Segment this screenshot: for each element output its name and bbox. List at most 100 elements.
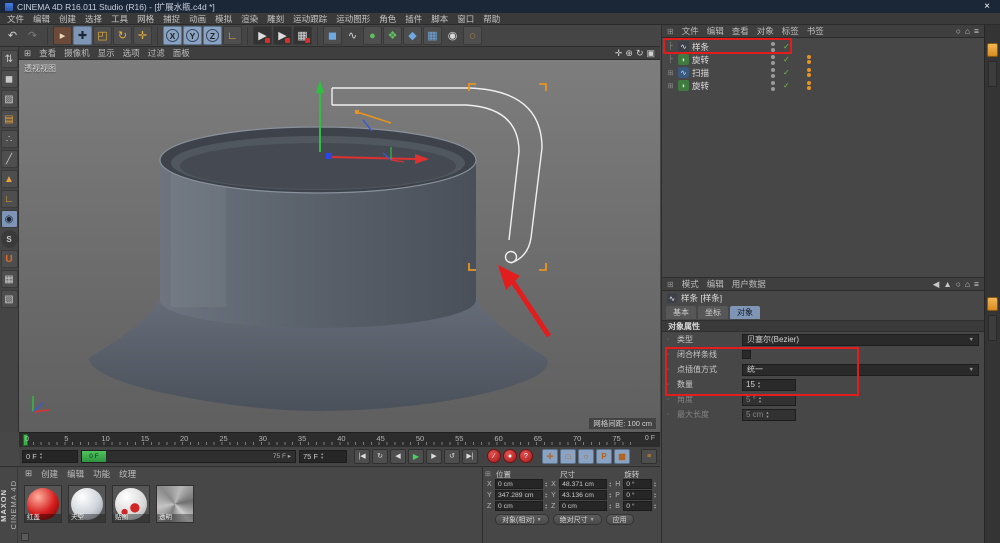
toggle-view-icon[interactable]: ▣ xyxy=(646,48,655,59)
menubar-item[interactable]: 雕刻 xyxy=(267,13,284,25)
stepper-icon[interactable]: ▴▾ xyxy=(609,481,611,488)
stepper-icon[interactable]: ▴▾ xyxy=(40,452,42,460)
snap-toggle-icon[interactable]: S xyxy=(1,230,18,248)
tab-基本[interactable]: 基本 xyxy=(666,306,696,319)
menubar-item[interactable]: 插件 xyxy=(405,13,422,25)
visibility-dots[interactable] xyxy=(771,42,775,52)
object-name[interactable]: 旋转 xyxy=(692,80,722,92)
workplane-snap-icon[interactable]: ▦ xyxy=(1,270,18,288)
add-primitive-cube-icon[interactable]: ◼ xyxy=(323,26,342,45)
render-settings-icon[interactable]: ▦ xyxy=(293,26,312,45)
coordinate-field[interactable]: 0 ° xyxy=(623,479,652,489)
object-row[interactable]: ├◗旋转✓ xyxy=(662,53,984,66)
viewport-menu-item[interactable]: 查看 xyxy=(39,47,56,59)
phong-tag-icon[interactable] xyxy=(807,60,811,64)
visibility-dot-render[interactable] xyxy=(771,74,775,78)
viewport-menu-item[interactable]: 过滤 xyxy=(148,47,165,59)
autokey-button[interactable]: ● xyxy=(503,449,517,463)
object-name[interactable]: 样条 xyxy=(692,41,722,53)
search-icon[interactable]: ○ xyxy=(956,26,961,36)
tree-branch-icon[interactable]: ├ xyxy=(666,43,675,50)
live-selection-icon[interactable]: ▸ xyxy=(53,26,72,45)
menubar-item[interactable]: 文件 xyxy=(7,13,24,25)
stepper-icon[interactable]: ▴▾ xyxy=(766,411,768,419)
viewport-menu-item[interactable]: 摄像机 xyxy=(64,47,90,59)
rotate-tool-icon[interactable]: ↻ xyxy=(113,26,132,45)
make-editable-icon[interactable]: ⇅ xyxy=(1,50,18,68)
visibility-dots[interactable] xyxy=(771,55,775,65)
stepper-icon[interactable]: ▴▾ xyxy=(654,481,656,488)
material-thumbnail[interactable]: 透明 xyxy=(156,485,194,523)
light-icon[interactable]: ◌ xyxy=(463,26,482,45)
lock-z-button[interactable]: Z xyxy=(203,26,222,45)
enable-check-icon[interactable]: ✓ xyxy=(783,42,790,51)
lock-icon[interactable]: ⌂ xyxy=(965,279,970,290)
menubar-item[interactable]: 选择 xyxy=(85,13,102,25)
phong-tag-icon[interactable] xyxy=(807,68,811,72)
timeline-slider-handle[interactable]: 0 F xyxy=(82,451,106,462)
key-parameter-button[interactable]: P xyxy=(596,449,612,464)
tab-坐标[interactable]: 坐标 xyxy=(698,306,728,319)
attribute-spinner[interactable]: 5 cm▴▾ xyxy=(742,409,796,421)
enable-check-icon[interactable]: ✓ xyxy=(783,68,790,77)
current-frame-field[interactable]: 0 F ▴▾ xyxy=(22,450,78,463)
keyframe-dot-icon[interactable]: ◦ xyxy=(667,337,674,343)
object-manager-menu-item[interactable]: 标签 xyxy=(782,25,799,37)
axis-mode-icon[interactable]: ∟ xyxy=(1,190,18,208)
floor-icon[interactable]: ▦ xyxy=(423,26,442,45)
stepper-icon[interactable]: ▴▾ xyxy=(758,381,760,389)
object-manager-menu-item[interactable]: 文件 xyxy=(682,25,699,37)
tree-branch-icon[interactable]: ⊞ xyxy=(666,82,675,90)
menubar-item[interactable]: 帮助 xyxy=(483,13,500,25)
play-button[interactable]: ▶ xyxy=(408,449,424,464)
coordinate-field[interactable]: 0 cm xyxy=(559,501,607,511)
stepper-icon[interactable]: ▴▾ xyxy=(654,503,656,510)
rotate-view-icon[interactable]: ↻ xyxy=(636,48,644,59)
coordinate-field[interactable]: 48.371 cm xyxy=(559,479,607,489)
object-row[interactable]: ├∿样条✓ xyxy=(662,40,984,53)
attribute-spinner[interactable]: 5 °▴▾ xyxy=(742,394,796,406)
visibility-dot-render[interactable] xyxy=(771,87,775,91)
visibility-dot-editor[interactable] xyxy=(771,68,775,72)
content-browser-tab-icon[interactable] xyxy=(987,43,998,57)
phong-tag-icon[interactable] xyxy=(807,81,811,85)
menubar-item[interactable]: 捕捉 xyxy=(163,13,180,25)
polygons-mode-icon[interactable]: ▲ xyxy=(1,170,18,188)
material-thumbnail[interactable]: 贴图 xyxy=(112,485,150,523)
coordinate-field[interactable]: 0 cm xyxy=(495,479,543,489)
material-menu-item[interactable]: 纹理 xyxy=(119,468,136,480)
viewport-menu-item[interactable]: 面板 xyxy=(173,47,190,59)
cloner-icon[interactable]: ❖ xyxy=(383,26,402,45)
search-icon[interactable]: ○ xyxy=(956,279,961,290)
close-button[interactable]: × xyxy=(979,2,995,12)
loop-mode-button[interactable]: ↻ xyxy=(372,449,388,464)
keyframe-dot-icon[interactable]: ◦ xyxy=(667,367,674,373)
home-icon[interactable]: ⌂ xyxy=(965,26,970,36)
timeline-menu-button[interactable]: ≡ xyxy=(641,449,657,464)
stepper-icon[interactable]: ▴▾ xyxy=(759,396,761,404)
lock-x-button[interactable]: X xyxy=(163,26,182,45)
spline-pen-icon[interactable]: ∿ xyxy=(343,26,362,45)
keyframe-dot-icon[interactable]: ◦ xyxy=(667,382,674,388)
lock-workplane-icon[interactable]: ▧ xyxy=(1,290,18,308)
object-name[interactable]: 旋转 xyxy=(692,54,722,66)
coordinate-field[interactable]: 0 ° xyxy=(623,501,652,511)
model-mode-icon[interactable]: ◼ xyxy=(1,70,18,88)
menubar-item[interactable]: 渲染 xyxy=(241,13,258,25)
render-view-icon[interactable]: ▶ xyxy=(253,26,272,45)
next-frame-button[interactable]: ▶ xyxy=(426,449,442,464)
menubar-item[interactable]: 工具 xyxy=(111,13,128,25)
keyframe-dot-icon[interactable]: ◦ xyxy=(667,352,674,358)
apply-button[interactable]: 应用 xyxy=(606,514,634,525)
key-rotation-button[interactable]: ○ xyxy=(578,449,594,464)
camera-icon[interactable]: ◉ xyxy=(443,26,462,45)
attribute-manager-menu-item[interactable]: 模式 xyxy=(682,278,699,290)
phong-tag-icon[interactable] xyxy=(807,86,811,90)
workplane-mode-icon[interactable]: ▤ xyxy=(1,110,18,128)
keyframe-dot-icon[interactable]: ◦ xyxy=(667,412,674,418)
record-options-button[interactable]: ? xyxy=(519,449,533,463)
stepper-icon[interactable]: ▴▾ xyxy=(654,492,656,499)
visibility-dot-editor[interactable] xyxy=(771,42,775,46)
stepper-icon[interactable]: ▴▾ xyxy=(321,452,323,460)
attribute-manager-menu-item[interactable]: 用户数据 xyxy=(732,278,766,290)
